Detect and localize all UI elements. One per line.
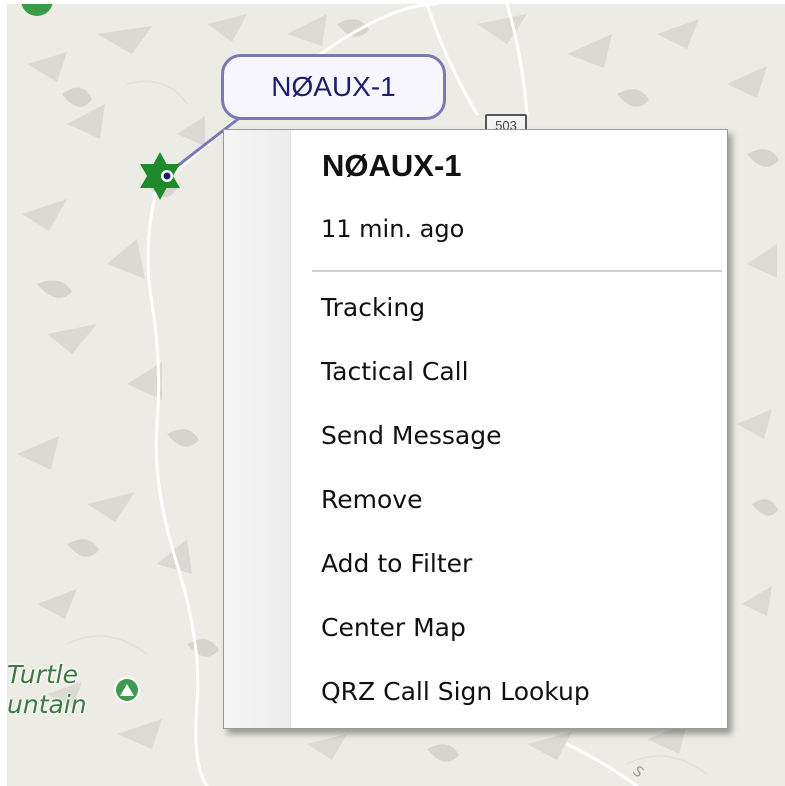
place-name-line1: Turtle <box>7 660 79 689</box>
station-label[interactable]: NØAUX-1 <box>221 54 446 120</box>
menu-item-qrz-lookup[interactable]: QRZ Call Sign Lookup <box>290 660 726 724</box>
menu-item-tactical-call[interactable]: Tactical Call <box>290 340 726 404</box>
menu-item-tracking[interactable]: Tracking <box>290 276 726 340</box>
station-context-menu: NØAUX-1 11 min. ago Tracking Tactical Ca… <box>223 129 728 729</box>
menu-item-send-message[interactable]: Send Message <box>290 404 726 468</box>
mountain-peak-icon <box>114 677 140 703</box>
menu-icon-gutter <box>224 130 291 728</box>
menu-last-heard: 11 min. ago <box>321 215 465 243</box>
menu-title: NØAUX-1 <box>322 148 462 183</box>
menu-item-add-to-filter[interactable]: Add to Filter <box>290 532 726 596</box>
menu-item-remove[interactable]: Remove <box>290 468 726 532</box>
place-name-line2: untain <box>7 690 87 719</box>
svg-text:S: S <box>629 763 646 781</box>
park-area <box>21 4 53 16</box>
star-marker-icon[interactable] <box>140 152 180 200</box>
menu-separator <box>312 270 722 272</box>
menu-items: Tracking Tactical Call Send Message Remo… <box>290 276 726 724</box>
place-name-label: Turtle untain <box>7 660 87 720</box>
menu-item-center-map[interactable]: Center Map <box>290 596 726 660</box>
